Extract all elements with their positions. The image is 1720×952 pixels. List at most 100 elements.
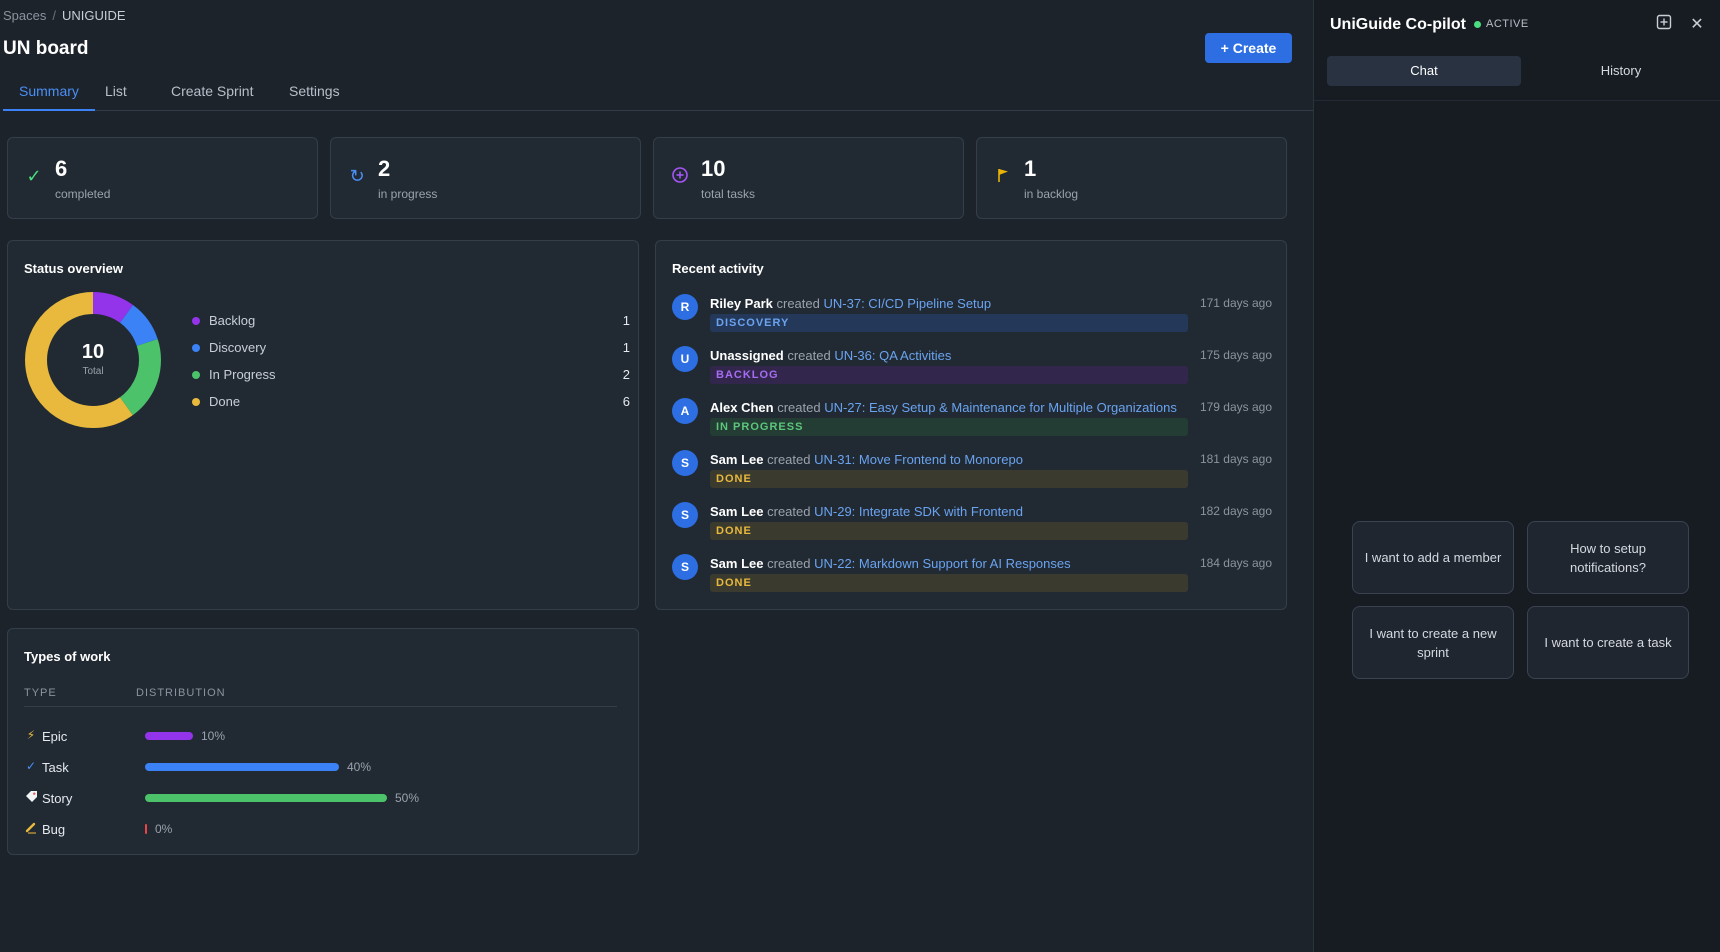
stat-card-completed: ✓ 6 completed [7, 137, 318, 219]
activity-user: Sam Lee [710, 452, 764, 467]
stat-value: 2 [378, 156, 391, 181]
activity-item: S Sam Lee created UN-31: Move Frontend t… [672, 450, 1272, 498]
legend-label: Discovery [209, 340, 267, 355]
activity-text: Sam Lee created UN-31: Move Frontend to … [710, 452, 1023, 467]
tab-summary[interactable]: Summary [3, 83, 95, 111]
distribution-bar [145, 763, 339, 771]
activity-user: Alex Chen [710, 400, 774, 415]
avatar: R [672, 294, 698, 320]
suggestion-create-sprint[interactable]: I want to create a new sprint [1352, 606, 1514, 679]
tab-list[interactable]: List [89, 83, 143, 111]
work-type-row-task: ✓ Task 40% [24, 758, 604, 778]
suggestion-setup-notifications[interactable]: How to setup notifications? [1527, 521, 1689, 594]
card-title: Recent activity [672, 261, 764, 276]
status-badge: DONE [710, 522, 1188, 540]
activity-time: 182 days ago [1199, 504, 1272, 518]
activity-task-link[interactable]: UN-29: Integrate SDK with Frontend [814, 504, 1023, 519]
copilot-tab-bar: Chat History [1314, 53, 1720, 101]
stat-label: completed [55, 187, 111, 201]
close-icon: ✕ [1690, 16, 1704, 33]
activity-verb: created [767, 556, 811, 571]
refresh-icon: ↻ [349, 166, 365, 186]
activity-text: Sam Lee created UN-22: Markdown Support … [710, 556, 1071, 571]
avatar: S [672, 554, 698, 580]
avatar: U [672, 346, 698, 372]
activity-text: Riley Park created UN-37: CI/CD Pipeline… [710, 296, 991, 311]
lightning-icon: ⚡ [26, 728, 36, 742]
stat-card-total: 10 total tasks [653, 137, 964, 219]
distribution-bar [145, 794, 387, 802]
column-header-type: TYPE [24, 687, 57, 699]
avatar: A [672, 398, 698, 424]
activity-text: Sam Lee created UN-29: Integrate SDK wit… [710, 504, 1023, 519]
distribution-percent: 0% [155, 822, 173, 836]
activity-user: Sam Lee [710, 504, 764, 519]
activity-task-link[interactable]: UN-31: Move Frontend to Monorepo [814, 452, 1023, 467]
breadcrumb-separator: / [52, 8, 56, 23]
flag-icon [993, 166, 1013, 186]
activity-task-link[interactable]: UN-37: CI/CD Pipeline Setup [824, 296, 992, 311]
breadcrumb: Spaces / UNIGUIDE [3, 8, 126, 23]
activity-user: Sam Lee [710, 556, 764, 571]
activity-verb: created [767, 504, 811, 519]
stat-card-backlog: 1 in backlog [976, 137, 1287, 219]
activity-task-link[interactable]: UN-36: QA Activities [834, 348, 951, 363]
activity-text: Unassigned created UN-36: QA Activities [710, 348, 951, 363]
stat-value: 1 [1024, 156, 1037, 181]
donut-total-value: 10 [81, 341, 105, 363]
activity-time: 171 days ago [1199, 296, 1272, 310]
legend-dot [192, 398, 200, 406]
activity-verb: created [777, 400, 821, 415]
column-header-distribution: DISTRIBUTION [136, 687, 226, 699]
status-dot [1474, 21, 1481, 28]
stat-value: 10 [701, 156, 726, 181]
card-title: Status overview [24, 261, 123, 276]
copilot-panel: UniGuide Co-pilot ACTIVE ✕ Chat History … [1313, 0, 1720, 952]
avatar: S [672, 450, 698, 476]
status-badge: DONE [710, 574, 1188, 592]
activity-time: 181 days ago [1199, 452, 1272, 466]
avatar: S [672, 502, 698, 528]
tab-chat[interactable]: Chat [1327, 56, 1521, 86]
tab-settings[interactable]: Settings [273, 83, 356, 111]
divider [24, 706, 617, 707]
tab-history[interactable]: History [1524, 56, 1718, 86]
new-chat-button[interactable] [1653, 14, 1675, 36]
types-of-work-card: Types of work TYPE DISTRIBUTION ⚡ Epic 1… [7, 628, 639, 855]
copilot-status: ACTIVE [1486, 18, 1529, 30]
tab-create-sprint[interactable]: Create Sprint [155, 83, 269, 111]
distribution-bar [145, 824, 147, 834]
status-badge: DISCOVERY [710, 314, 1188, 332]
activity-task-link[interactable]: UN-22: Markdown Support for AI Responses [814, 556, 1071, 571]
page-title: UN board [3, 38, 89, 59]
breadcrumb-current[interactable]: UNIGUIDE [62, 8, 126, 23]
work-type-row-story: Story 50% [24, 789, 604, 809]
recent-activity-card: Recent activity R Riley Park created UN-… [655, 240, 1287, 610]
work-type-label: Story [42, 791, 73, 806]
activity-task-link[interactable]: UN-27: Easy Setup & Maintenance for Mult… [824, 400, 1177, 415]
legend-item-backlog: Backlog 1 [185, 311, 630, 331]
new-chat-icon [1656, 14, 1672, 30]
plus-circle-icon [670, 166, 690, 186]
stat-value: 6 [55, 156, 68, 181]
legend-item-discovery: Discovery 1 [185, 338, 630, 358]
stat-label: in progress [378, 187, 438, 201]
activity-item: S Sam Lee created UN-29: Integrate SDK w… [672, 502, 1272, 550]
status-overview-card: Status overview 10 Total Backlog 1 Disco… [7, 240, 639, 610]
activity-user: Riley Park [710, 296, 773, 311]
tab-bar: Summary List Create Sprint Settings [3, 78, 1313, 111]
donut-total-label: Total [82, 366, 104, 377]
stat-label: total tasks [701, 187, 756, 201]
activity-verb: created [776, 296, 820, 311]
work-type-label: Bug [42, 822, 66, 837]
activity-item: S Sam Lee created UN-22: Markdown Suppor… [672, 554, 1272, 602]
create-button[interactable]: + Create [1205, 33, 1292, 63]
activity-item: U Unassigned created UN-36: QA Activitie… [672, 346, 1272, 394]
stat-card-in-progress: ↻ 2 in progress [330, 137, 641, 219]
suggestion-add-member[interactable]: I want to add a member [1352, 521, 1514, 594]
suggestion-create-task[interactable]: I want to create a task [1527, 606, 1689, 679]
tag-icon [24, 790, 38, 806]
breadcrumb-spaces[interactable]: Spaces [3, 8, 46, 23]
legend-count: 1 [622, 313, 630, 328]
close-button[interactable]: ✕ [1686, 14, 1708, 36]
